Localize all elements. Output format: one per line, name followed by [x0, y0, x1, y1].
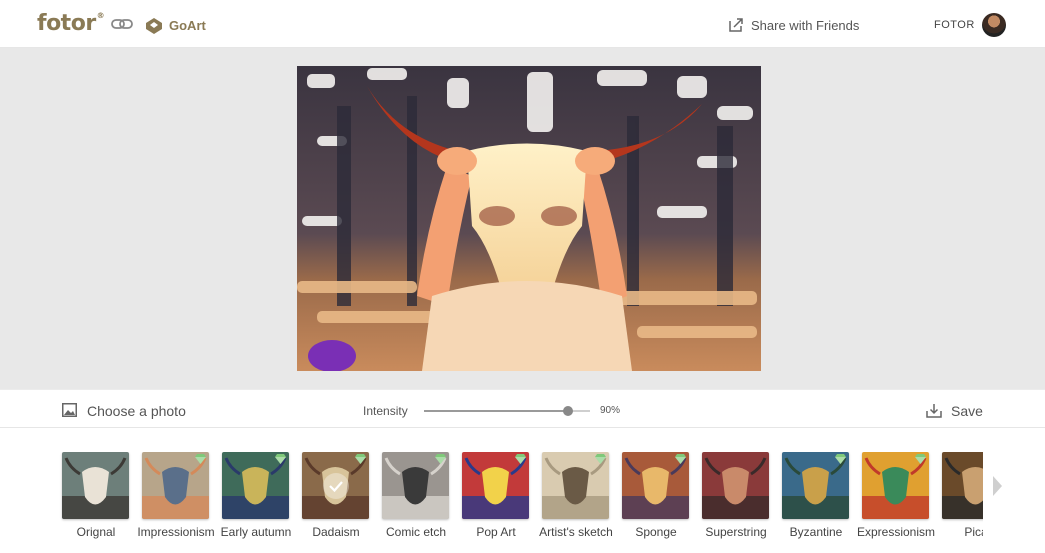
filter-thumbnail[interactable] — [462, 452, 529, 519]
filter-thumbnail[interactable] — [542, 452, 609, 519]
premium-gem-icon — [435, 454, 446, 464]
logo-text: fotor — [37, 11, 96, 36]
premium-gem-icon — [275, 454, 286, 464]
premium-gem-icon — [195, 454, 206, 464]
user-name[interactable]: FOTOR — [934, 19, 975, 31]
filter-label: Pica — [964, 525, 983, 539]
image-icon[interactable] — [62, 403, 77, 417]
filter-label: Byzantine — [789, 525, 843, 539]
filter-item[interactable]: Byzantine — [775, 452, 855, 547]
filter-thumbnail[interactable] — [222, 452, 289, 519]
goart-icon[interactable] — [145, 17, 163, 35]
filter-strip: Orignal Impressionism Early autumn Dadaism C… — [0, 428, 1045, 553]
save-button[interactable]: Save — [951, 403, 983, 419]
filter-label: Pop Art — [476, 525, 516, 539]
filter-item[interactable]: Sponge — [615, 452, 695, 547]
share-icon[interactable] — [728, 17, 744, 32]
intensity-slider[interactable] — [424, 406, 590, 416]
filter-item[interactable]: Artist's sketch — [535, 452, 615, 547]
filter-item[interactable]: Early autumn — [215, 452, 295, 547]
filter-label: Artist's sketch — [539, 525, 613, 539]
filter-item[interactable]: Orignal — [55, 452, 135, 547]
filter-thumbnail[interactable] — [622, 452, 689, 519]
intensity-slider-handle[interactable] — [563, 406, 574, 416]
filter-list: Orignal Impressionism Early autumn Dadaism C… — [55, 452, 983, 552]
premium-gem-icon — [915, 454, 926, 464]
filter-label: Impressionism — [137, 525, 215, 539]
canvas-area — [0, 48, 1045, 389]
fotor-logo[interactable]: fotor® — [37, 10, 105, 36]
filter-label: Expressionism — [856, 525, 936, 539]
intensity-slider-fill — [424, 410, 569, 412]
filter-item[interactable]: Dadaism — [295, 452, 375, 547]
filter-label: Early autumn — [220, 525, 292, 539]
filter-item[interactable]: Impressionism — [135, 452, 215, 547]
filter-thumbnail[interactable] — [302, 452, 369, 519]
premium-gem-icon — [595, 454, 606, 464]
filter-thumbnail[interactable] — [142, 452, 209, 519]
filter-item[interactable]: Comic etch — [375, 452, 455, 547]
artwork-preview — [297, 66, 761, 371]
filter-thumbnail[interactable] — [62, 452, 129, 519]
chevron-right-icon[interactable] — [991, 474, 1003, 498]
filter-label: Superstring — [705, 525, 767, 539]
premium-gem-icon — [675, 454, 686, 464]
filter-label: Dadaism — [312, 525, 360, 539]
premium-gem-icon — [835, 454, 846, 464]
link-icon[interactable] — [111, 17, 133, 31]
top-header: fotor® GoArt Share with Friends FOTOR — [0, 0, 1045, 48]
filter-item[interactable]: Superstring — [695, 452, 775, 547]
premium-gem-icon — [355, 454, 366, 464]
filter-item[interactable]: Pica — [935, 452, 983, 547]
filter-item[interactable]: Expressionism — [855, 452, 935, 547]
filter-label: Sponge — [635, 525, 677, 539]
intensity-label: Intensity — [363, 404, 408, 418]
registered-mark: ® — [96, 10, 105, 20]
filter-item[interactable]: Pop Art — [455, 452, 535, 547]
share-with-friends-button[interactable]: Share with Friends — [751, 18, 859, 33]
premium-gem-icon — [515, 454, 526, 464]
filter-thumbnail[interactable] — [702, 452, 769, 519]
selected-check-icon — [323, 473, 349, 499]
filter-thumbnail[interactable] — [782, 452, 849, 519]
goart-link[interactable]: GoArt — [169, 18, 206, 33]
filter-thumbnail[interactable] — [382, 452, 449, 519]
avatar[interactable] — [982, 13, 1006, 37]
filter-label: Orignal — [76, 525, 116, 539]
editor-toolbar: Choose a photo Intensity 90% Save — [0, 389, 1045, 428]
filter-thumbnail[interactable] — [862, 452, 929, 519]
choose-photo-button[interactable]: Choose a photo — [87, 403, 186, 419]
intensity-value: 90% — [600, 405, 621, 416]
filter-thumbnail[interactable] — [942, 452, 983, 519]
download-icon[interactable] — [926, 403, 942, 418]
filter-label: Comic etch — [385, 525, 447, 539]
